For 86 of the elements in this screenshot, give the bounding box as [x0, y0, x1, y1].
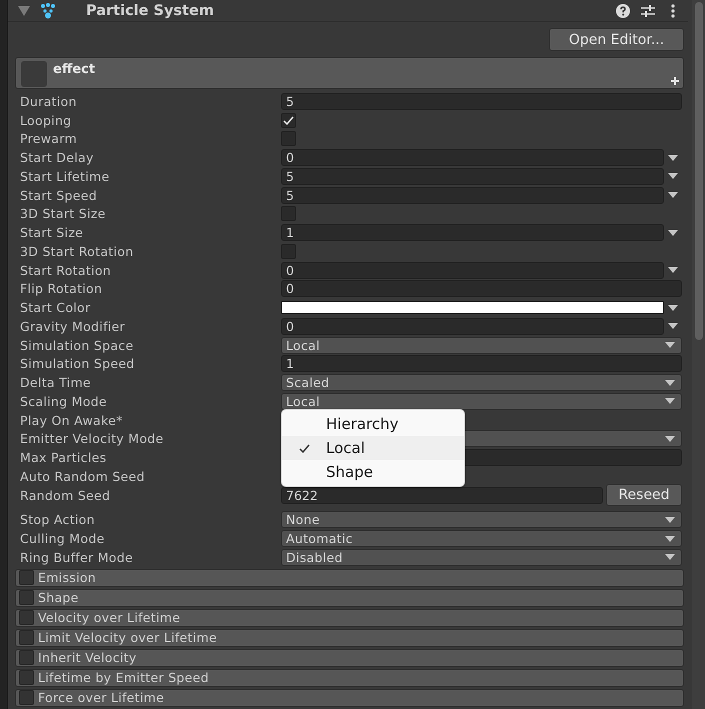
dropdown[interactable]: None: [281, 511, 682, 528]
dropdown-arrow-icon: [665, 536, 675, 542]
module-header[interactable]: Velocity over Lifetime: [15, 608, 684, 627]
module-header[interactable]: Lifetime by Emitter Speed: [15, 668, 684, 687]
property-label: Delta Time: [20, 375, 92, 390]
property-label: Prewarm: [20, 131, 78, 146]
reseed-button[interactable]: Reseed: [606, 484, 682, 506]
dropdown[interactable]: Automatic: [281, 530, 682, 548]
property-label: 3D Start Rotation: [20, 244, 134, 259]
module-header[interactable]: Inherit Velocity: [15, 648, 684, 667]
number-field[interactable]: 1: [281, 224, 664, 242]
check-icon: [298, 444, 310, 452]
module-checkbox[interactable]: [19, 570, 34, 586]
property-label: Random Seed: [20, 488, 112, 503]
color-field[interactable]: [281, 301, 664, 314]
module-checkbox[interactable]: [19, 670, 34, 686]
property-label: Play On Awake*: [20, 412, 124, 428]
property-label: Start Color: [20, 300, 92, 316]
number-field[interactable]: 5: [281, 186, 664, 204]
scrollbar-thumb[interactable]: [694, 2, 702, 340]
dropdown-arrow-icon: [665, 436, 675, 442]
module-checkbox[interactable]: [19, 610, 34, 626]
number-field[interactable]: 0: [281, 262, 664, 279]
property-label: Start Size: [20, 225, 84, 240]
property-label: Culling Mode: [20, 531, 106, 546]
number-field[interactable]: 1: [281, 355, 682, 372]
module-checkbox[interactable]: [19, 590, 34, 606]
check-icon: [283, 116, 294, 125]
module-label: Force over Lifetime: [38, 690, 164, 706]
menu-item[interactable]: Shape: [282, 460, 464, 484]
property-label: Scaling Mode: [20, 394, 108, 409]
property-label: Looping: [20, 112, 72, 128]
number-field[interactable]: 0: [281, 318, 664, 335]
system-header-bar[interactable]: effect: [15, 57, 684, 89]
module-checkbox[interactable]: [19, 690, 34, 706]
number-field[interactable]: 7622: [281, 486, 603, 504]
property-label: 3D Start Size: [20, 206, 107, 222]
dropdown[interactable]: Disabled: [281, 548, 682, 566]
module-label: Inherit Velocity: [38, 650, 137, 666]
module-header[interactable]: Emission: [15, 568, 684, 587]
collapse-triangle-icon[interactable]: [18, 6, 30, 16]
property-label: Start Lifetime: [20, 168, 110, 184]
dropdown-arrow-icon: [665, 342, 675, 348]
menu-item[interactable]: Local: [282, 436, 464, 460]
property-label: Simulation Space: [20, 338, 134, 353]
property-label: Duration: [20, 94, 78, 109]
number-field[interactable]: 5: [281, 92, 682, 110]
open-editor-button[interactable]: Open Editor...: [549, 28, 684, 51]
menu-item[interactable]: Hierarchy: [282, 412, 464, 436]
module-label: Emission: [38, 570, 96, 586]
module-checkbox[interactable]: [19, 650, 34, 666]
module-label: Velocity over Lifetime: [38, 610, 180, 626]
module-header[interactable]: Force over Lifetime: [15, 688, 684, 707]
module-label: Lifetime by Emitter Speed: [38, 670, 209, 686]
particles-icon: [40, 2, 56, 18]
dropdown[interactable]: Local: [281, 392, 682, 410]
property-label: Gravity Modifier: [20, 318, 126, 334]
module-header[interactable]: Limit Velocity over Lifetime: [15, 628, 684, 647]
dropdown-arrow-icon: [665, 554, 675, 560]
property-label: Auto Random Seed: [20, 468, 146, 484]
number-field[interactable]: 0: [281, 149, 664, 166]
plus-icon[interactable]: [671, 77, 679, 85]
dropdown-arrow-icon: [665, 380, 675, 386]
property-label: Emitter Velocity Mode: [20, 431, 165, 446]
property-label: Ring Buffer Mode: [20, 550, 134, 565]
system-name: effect: [53, 62, 96, 77]
module-header[interactable]: Shape: [15, 588, 684, 607]
property-label: Simulation Speed: [20, 356, 136, 372]
number-field[interactable]: 0: [281, 280, 682, 298]
property-label: Start Rotation: [20, 262, 112, 278]
module-checkbox[interactable]: [19, 630, 34, 646]
checkbox[interactable]: [281, 112, 296, 128]
property-label: Flip Rotation: [20, 281, 104, 296]
property-label: Max Particles: [20, 450, 108, 466]
number-field[interactable]: 5: [281, 168, 664, 185]
module-label: Shape: [38, 590, 79, 606]
component-title: Particle System: [86, 2, 215, 18]
dropdown-arrow-icon: [665, 516, 675, 523]
dropdown[interactable]: Local: [281, 336, 682, 354]
dropdown[interactable]: Scaled: [281, 374, 682, 392]
property-label: Stop Action: [20, 512, 96, 528]
property-label: Start Delay: [20, 150, 95, 166]
dropdown-arrow-icon: [665, 398, 675, 404]
system-thumbnail: [21, 61, 47, 87]
module-label: Limit Velocity over Lifetime: [38, 630, 217, 646]
property-label: Start Speed: [20, 188, 98, 203]
